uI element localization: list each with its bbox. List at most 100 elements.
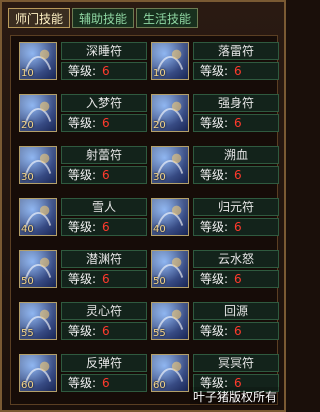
- skill-name: 雪人: [61, 198, 147, 216]
- skill-level: 等级: 6: [61, 270, 147, 288]
- skill-required-level: 60: [21, 380, 34, 391]
- skill-level: 等级: 6: [61, 218, 147, 236]
- skill-required-level: 55: [21, 328, 34, 339]
- skill-level-value: 6: [102, 376, 110, 390]
- skill-item[interactable]: 50 云水怒等级: 6: [149, 244, 281, 296]
- skill-name: 归元符: [193, 198, 279, 216]
- skill-level: 等级: 6: [193, 218, 279, 236]
- skill-required-level: 10: [21, 68, 34, 79]
- skills-panel: 师门技能 辅助技能 生活技能 10 深睡符 等级: 6 10 落雷符 等级: 6 20 入梦符 等级…: [0, 0, 286, 412]
- skill-required-level: 40: [21, 224, 34, 235]
- skill-name: 回源: [193, 302, 279, 320]
- rune-icon[interactable]: 60: [19, 354, 57, 392]
- skill-item[interactable]: 30 溯血等级: 6: [149, 140, 281, 192]
- skill-level-value: 6: [234, 272, 242, 286]
- skill-name: 落雷符: [193, 42, 279, 60]
- skill-required-level: 50: [153, 276, 166, 287]
- skill-level-value: 6: [234, 220, 242, 234]
- snowman-icon[interactable]: 40: [19, 198, 57, 236]
- skill-name: 冥冥符: [193, 354, 279, 372]
- skill-required-level: 40: [153, 224, 166, 235]
- skill-level-label: 等级:: [68, 64, 97, 78]
- fire-icon[interactable]: 30: [151, 146, 189, 184]
- talisman-icon[interactable]: 40: [151, 198, 189, 236]
- skill-level: 等级: 6: [193, 166, 279, 184]
- skill-level-value: 6: [102, 64, 110, 78]
- skill-name: 潜渊符: [61, 250, 147, 268]
- skill-item[interactable]: 55 灵心符等级: 6: [17, 296, 149, 348]
- skill-name: 云水怒: [193, 250, 279, 268]
- skill-item[interactable]: 55 回源等级: 6: [149, 296, 281, 348]
- skill-level-value: 6: [234, 324, 242, 338]
- skills-grid: 10 深睡符 等级: 6 10 落雷符 等级: 6 20 入梦符 等级: 6 20 强身符 等级: 6 30 射蕾…: [10, 35, 281, 405]
- skill-item[interactable]: 50 潜渊符等级: 6: [17, 244, 149, 296]
- skill-required-level: 60: [153, 380, 166, 391]
- skill-item[interactable]: 10 落雷符等级: 6: [149, 36, 281, 88]
- skill-level-value: 6: [102, 168, 110, 182]
- skill-required-level: 30: [153, 172, 166, 183]
- skill-level: 等级: 6: [193, 322, 279, 340]
- tab-life-skills[interactable]: 生活技能: [136, 8, 199, 28]
- skill-name: 深睡符: [61, 42, 147, 60]
- watermark: 叶子猪版权所有: [189, 387, 280, 406]
- skill-item[interactable]: 40 归元符等级: 6: [149, 192, 281, 244]
- skill-level-value: 6: [102, 324, 110, 338]
- body-strength-icon[interactable]: 20: [151, 94, 189, 132]
- skill-item[interactable]: 10 深睡符等级: 6: [17, 36, 149, 88]
- whirlpool-icon[interactable]: 55: [151, 302, 189, 340]
- skill-name: 溯血: [193, 146, 279, 164]
- skill-level: 等级: 6: [193, 114, 279, 132]
- skill-level: 等级: 6: [61, 114, 147, 132]
- skill-level-label: 等级:: [200, 220, 229, 234]
- skill-required-level: 30: [21, 172, 34, 183]
- skill-level-label: 等级:: [200, 116, 229, 130]
- skill-required-level: 55: [153, 328, 166, 339]
- skill-level-label: 等级:: [68, 324, 97, 338]
- scroll-icon[interactable]: 10: [19, 42, 57, 80]
- skill-level-label: 等级:: [200, 272, 229, 286]
- skill-level-value: 6: [102, 116, 110, 130]
- tab-sect-skills[interactable]: 师门技能: [8, 8, 71, 28]
- skill-item[interactable]: 20 入梦符等级: 6: [17, 88, 149, 140]
- skill-level-label: 等级:: [68, 168, 97, 182]
- skill-tabs: 师门技能 辅助技能 生活技能: [8, 8, 199, 30]
- smoke-icon[interactable]: 60: [151, 354, 189, 392]
- skill-item[interactable]: 30 射蕾符等级: 6: [17, 140, 149, 192]
- skill-name: 射蕾符: [61, 146, 147, 164]
- skill-level-value: 6: [234, 116, 242, 130]
- skill-level: 等级: 6: [193, 270, 279, 288]
- skill-required-level: 20: [21, 120, 34, 131]
- skill-required-level: 20: [153, 120, 166, 131]
- skill-required-level: 10: [153, 68, 166, 79]
- skill-level-label: 等级:: [68, 376, 97, 390]
- skill-level-label: 等级:: [68, 116, 97, 130]
- skill-name: 强身符: [193, 94, 279, 112]
- skill-item[interactable]: 20 强身符等级: 6: [149, 88, 281, 140]
- skill-level-value: 6: [234, 168, 242, 182]
- skill-item[interactable]: 60 反弹符等级: 6: [17, 348, 149, 400]
- skill-level-label: 等级:: [200, 324, 229, 338]
- skill-level: 等级: 6: [193, 62, 279, 80]
- skill-level-label: 等级:: [68, 272, 97, 286]
- ice-arrow-icon[interactable]: 30: [19, 146, 57, 184]
- skill-level: 等级: 6: [61, 322, 147, 340]
- skill-level-label: 等级:: [68, 220, 97, 234]
- skill-name: 灵心符: [61, 302, 147, 320]
- dream-icon[interactable]: 20: [19, 94, 57, 132]
- skill-name: 反弹符: [61, 354, 147, 372]
- skill-level: 等级: 6: [61, 166, 147, 184]
- skill-level-value: 6: [102, 272, 110, 286]
- skill-level-label: 等级:: [200, 64, 229, 78]
- skill-level: 等级: 6: [61, 374, 147, 392]
- ice-shard-icon[interactable]: 50: [151, 250, 189, 288]
- skill-item[interactable]: 40 雪人等级: 6: [17, 192, 149, 244]
- claw-icon[interactable]: 50: [19, 250, 57, 288]
- skill-level-value: 6: [234, 64, 242, 78]
- heart-spell-icon[interactable]: 55: [19, 302, 57, 340]
- skill-required-level: 50: [21, 276, 34, 287]
- skill-name: 入梦符: [61, 94, 147, 112]
- skill-level-label: 等级:: [200, 168, 229, 182]
- lightning-icon[interactable]: 10: [151, 42, 189, 80]
- tab-support-skills[interactable]: 辅助技能: [72, 8, 135, 28]
- skill-level: 等级: 6: [61, 62, 147, 80]
